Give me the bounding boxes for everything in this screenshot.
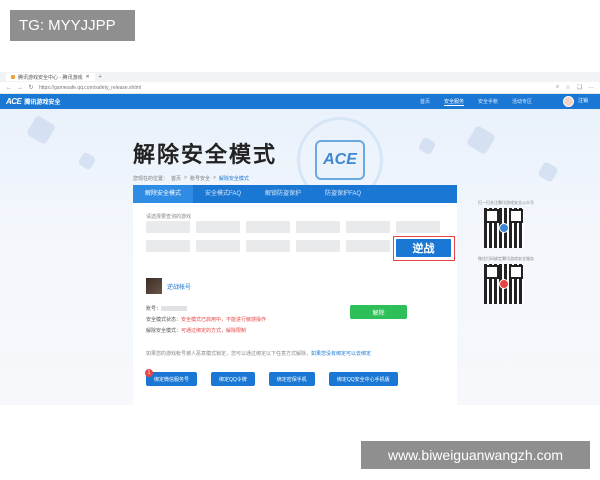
main-card: 解除安全模式 安全模式FAQ 解锁防盗保护 防盗保护FAQ 请选择要查询的游戏 [133,185,457,405]
bind-qq-token-button[interactable]: 绑定QQ令牌 [211,372,255,386]
bind-wechat-button[interactable]: 绑定微信服务号 [146,372,198,386]
status-value: 安全模式已启用中，不能进行敏感操作 [181,317,267,323]
browser-actions: ⌕ ☆ ❏ … [556,84,594,91]
breadcrumb: 您现在的位置： 首页 > 账号安全 > 解除安全模式 [133,175,249,182]
user-name: 逆战帐号 [167,284,192,291]
favicon-icon [11,75,15,79]
breadcrumb-account-security[interactable]: 账号安全 [190,175,210,182]
qr-code-1 [484,208,524,248]
bind-phone-button[interactable]: 绑定密保手机 [268,372,315,386]
game-option[interactable] [396,221,440,233]
bind-tip: 如果您的游戏帐号被人恶意模式锁定，您可以通过绑定以下任意方式解除，如果您没有绑定… [146,350,446,358]
game-option[interactable] [146,221,190,233]
step-badge: 1 [145,369,153,377]
browser-tabbar: 腾讯游戏安全中心 - 腾讯游戏 ✕ + [0,72,600,82]
tab-unlock-safe-mode[interactable]: 解除安全模式 [133,185,194,203]
decor-hex [465,124,497,156]
account-info: 账号： 安全模式状态：安全模式已启用中，不能进行敏感操作 解除安全模式：可通过绑… [146,304,266,337]
unlock-button[interactable]: 解除 [350,305,407,319]
menu-icon[interactable]: … [588,84,594,91]
method-value: 可通过绑定的方式，解除限制 [181,328,247,334]
bind-qq-security-app-button[interactable]: 绑定QQ安全中心手机版 [328,372,398,386]
watermark-top: TG: MYYJJPP [10,10,135,41]
game-option[interactable] [346,240,390,252]
zoom-icon[interactable]: ⌕ [556,84,559,91]
nav-security-service[interactable]: 安全服务 [444,98,465,106]
ace-logo: ACE [6,97,22,106]
game-option[interactable] [196,221,240,233]
game-option[interactable] [246,221,290,233]
user-row: 逆战帐号 [146,278,191,294]
browser-window: 腾讯游戏安全中心 - 腾讯游戏 ✕ + ← → ↻ https://gamesa… [0,72,600,405]
game-option-nizhan[interactable]: 逆战 [396,239,451,257]
hero: 解除安全模式 ACE 您现在的位置： 首页 > 账号安全 > 解除安全模式 解除… [0,109,600,405]
user-avatar [146,278,162,294]
status-label: 安全模式状态： [146,317,182,323]
logout-link[interactable]: 注销 [578,94,588,109]
game-select-label: 请选择要查询的游戏 [146,214,192,220]
decor-hex [77,151,97,171]
tip-text: 如果您的游戏帐号被人恶意模式锁定，您可以通过绑定以下任意方式解除， [146,351,312,357]
forward-icon[interactable]: → [17,85,23,91]
game-option[interactable] [246,240,290,252]
breadcrumb-current: 解除安全模式 [218,176,249,182]
game-option[interactable] [146,240,190,252]
qr-caption-2: 微信扫码绑定腾讯游戏安全服务 [478,256,534,261]
tab-safe-mode-faq[interactable]: 安全模式FAQ [193,185,253,203]
refresh-icon[interactable]: ↻ [28,84,34,91]
browser-tab[interactable]: 腾讯游戏安全中心 - 腾讯游戏 ✕ [6,73,95,81]
collections-icon[interactable]: ❏ [577,84,582,91]
url-field[interactable]: https://gamesafe.qq.com/safety_release.s… [39,85,551,91]
back-icon[interactable]: ← [6,85,12,91]
tab-unlock-protection[interactable]: 解锁防盗保护 [253,185,313,203]
site-header: ACE 腾讯游戏安全 首页 安全服务 安全手帐 活动专区 注销 [0,94,600,109]
new-tab-icon[interactable]: + [99,74,102,80]
game-option[interactable] [296,240,340,252]
breadcrumb-sep: > [184,175,187,181]
game-option[interactable] [196,240,240,252]
qr-caption-1: 扫一扫关注腾讯游戏安全公众号 [478,200,534,205]
qr-logo-icon [499,279,509,289]
game-option[interactable] [346,221,390,233]
qr-logo-icon [499,223,509,233]
logo-text: 腾讯游戏安全 [24,100,61,106]
card-tabs: 解除安全模式 安全模式FAQ 解锁防盗保护 防盗保护FAQ [133,185,457,203]
tab-protection-faq[interactable]: 防盗保护FAQ [313,185,373,203]
site-logo[interactable]: ACE 腾讯游戏安全 [6,97,60,106]
bind-buttons: 绑定微信服务号 绑定QQ令牌 绑定密保手机 绑定QQ安全中心手机版 [146,372,398,386]
tip-link[interactable]: 如果您没有绑定可以去绑定 [311,351,371,357]
game-option[interactable] [296,221,340,233]
breadcrumb-sep: > [212,175,216,181]
nav-security-handbook[interactable]: 安全手帐 [478,98,498,105]
qr-code-2 [484,264,524,304]
star-icon[interactable]: ☆ [565,84,570,91]
nav-activities[interactable]: 活动专区 [512,98,532,105]
close-icon[interactable]: ✕ [85,74,89,80]
nav-home[interactable]: 首页 [420,98,430,105]
decor-hex [25,114,57,146]
breadcrumb-prefix: 您现在的位置： [133,176,169,182]
decor-hex [417,136,437,156]
page-title: 解除安全模式 [133,143,278,168]
watermark-bottom: www.biweiguanwangzh.com [361,441,590,469]
ace-emblem-icon: ACE [315,140,365,180]
breadcrumb-home[interactable]: 首页 [171,175,181,182]
site-nav: 首页 安全服务 安全手帐 活动专区 [420,94,532,109]
method-label: 解除安全模式： [146,328,182,334]
qr-column: 扫一扫关注腾讯游戏安全公众号 微信扫码绑定腾讯游戏安全服务 [478,200,534,312]
account-label: 账号： [146,306,162,312]
account-value-redacted [161,306,188,312]
tab-title: 腾讯游戏安全中心 - 腾讯游戏 [18,74,83,81]
address-bar: ← → ↻ https://gamesafe.qq.com/safety_rel… [0,82,600,94]
decor-hex [537,161,559,183]
user-avatar-header[interactable] [563,96,574,107]
